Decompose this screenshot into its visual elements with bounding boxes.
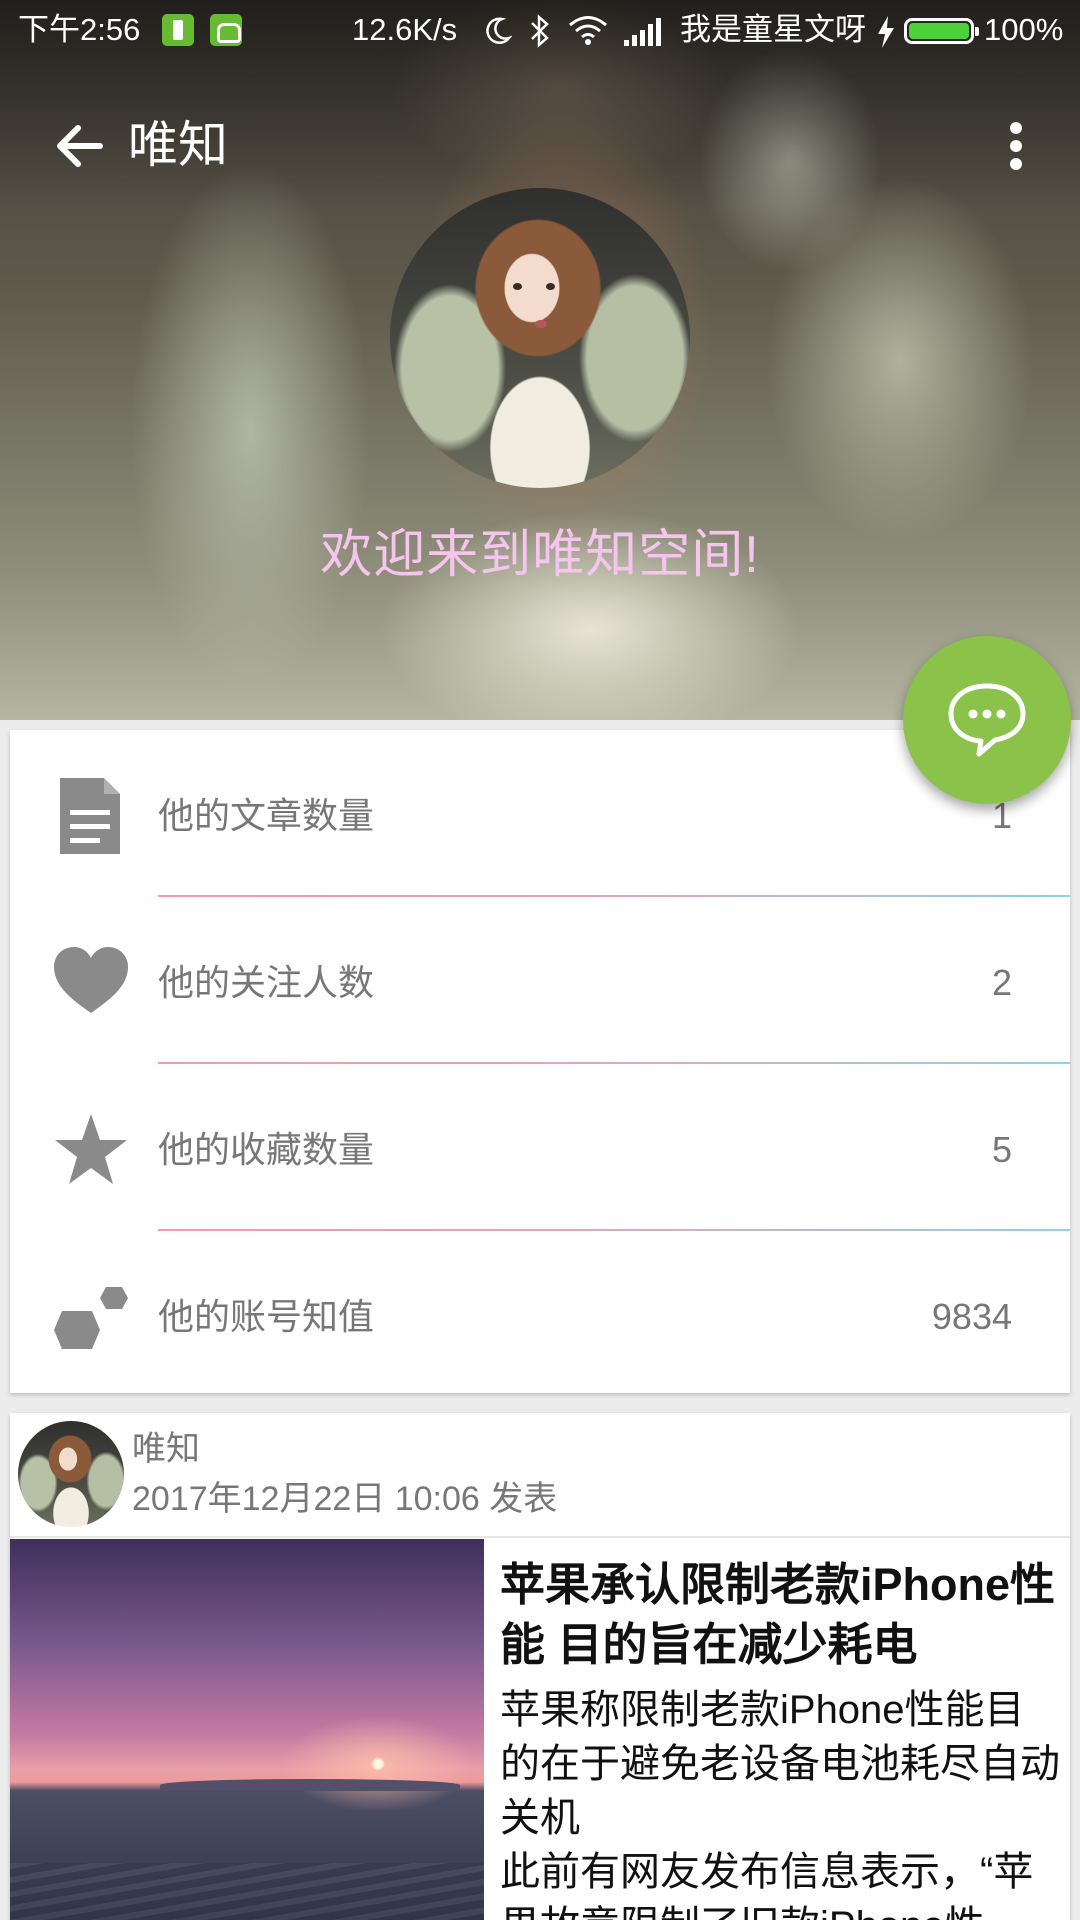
stats-card: 他的文章数量 1 他的关注人数 2 他的收藏数量 5 他的账号知值 9834 xyxy=(10,730,1070,1393)
profile-avatar[interactable] xyxy=(390,188,690,488)
chat-bubble-icon xyxy=(948,683,1026,757)
stat-row-following[interactable]: 他的关注人数 2 xyxy=(10,897,1070,1064)
arrow-left-icon[interactable] xyxy=(50,116,110,176)
post-author-avatar[interactable] xyxy=(18,1421,124,1527)
post-card[interactable]: 唯知 2017年12月22日 10:06 发表 苹果承认限制老款iPhone性能… xyxy=(10,1413,1070,1920)
post-summary-line: 苹果称限制老款iPhone性能目的在于避免老设备电池耗尽自动关机 xyxy=(500,1688,1060,1840)
signal-icon xyxy=(624,18,661,46)
battery-icon xyxy=(904,18,979,44)
post-author: 唯知 xyxy=(132,1430,200,1468)
stat-label: 他的账号知值 xyxy=(158,1296,375,1337)
status-time: 下午2:56 xyxy=(18,12,141,47)
battery-percent: 100% xyxy=(984,12,1064,47)
heart-icon xyxy=(54,947,128,1013)
stat-value: 5 xyxy=(991,1129,1012,1170)
carrier-name: 我是童星文呀 xyxy=(680,12,866,47)
wifi-icon xyxy=(569,16,607,45)
bluetooth-icon xyxy=(531,14,549,48)
post-time: 2017年12月22日 10:06 发表 xyxy=(132,1480,558,1518)
chat-button[interactable] xyxy=(903,636,1071,804)
charging-icon xyxy=(878,16,894,48)
welcome-text: 欢迎来到唯知空间! xyxy=(320,526,760,584)
star-icon xyxy=(55,1114,127,1184)
hexagon-icon xyxy=(54,1287,128,1349)
post-title[interactable]: 苹果承认限制老款iPhone性能 目的旨在减少耗电 xyxy=(500,1555,1060,1675)
stat-label: 他的关注人数 xyxy=(158,962,375,1003)
moon-icon xyxy=(486,17,512,44)
document-icon xyxy=(60,778,120,854)
divider xyxy=(10,1536,1070,1538)
post-summary: 苹果称限制老款iPhone性能目的在于避免老设备电池耗尽自动关机 此前有网友发布… xyxy=(500,1683,1060,1920)
stat-row-points[interactable]: 他的账号知值 9834 xyxy=(10,1231,1070,1398)
stat-row-favorites[interactable]: 他的收藏数量 5 xyxy=(10,1064,1070,1231)
stat-value: 2 xyxy=(991,962,1012,1003)
more-vertical-icon[interactable] xyxy=(996,118,1036,174)
status-bar: 下午2:56 12.6K/s 我是童星文呀 100% xyxy=(0,0,1080,62)
post-thumbnail[interactable] xyxy=(10,1539,484,1920)
stat-label: 他的收藏数量 xyxy=(158,1129,375,1170)
net-speed: 12.6K/s xyxy=(352,12,458,47)
app-bar-title: 唯知 xyxy=(128,117,228,173)
cat-icon xyxy=(210,14,242,46)
stat-label: 他的文章数量 xyxy=(158,795,375,836)
battery-saver-icon xyxy=(162,14,194,46)
post-summary-more: 此前有网友发布信息表示，“苹果故意限制了旧款iPhone性 xyxy=(500,1850,1034,1920)
stat-value: 9834 xyxy=(931,1296,1012,1337)
profile-header: 下午2:56 12.6K/s 我是童星文呀 100% 唯知 欢迎来到唯知空间! xyxy=(0,0,1080,720)
